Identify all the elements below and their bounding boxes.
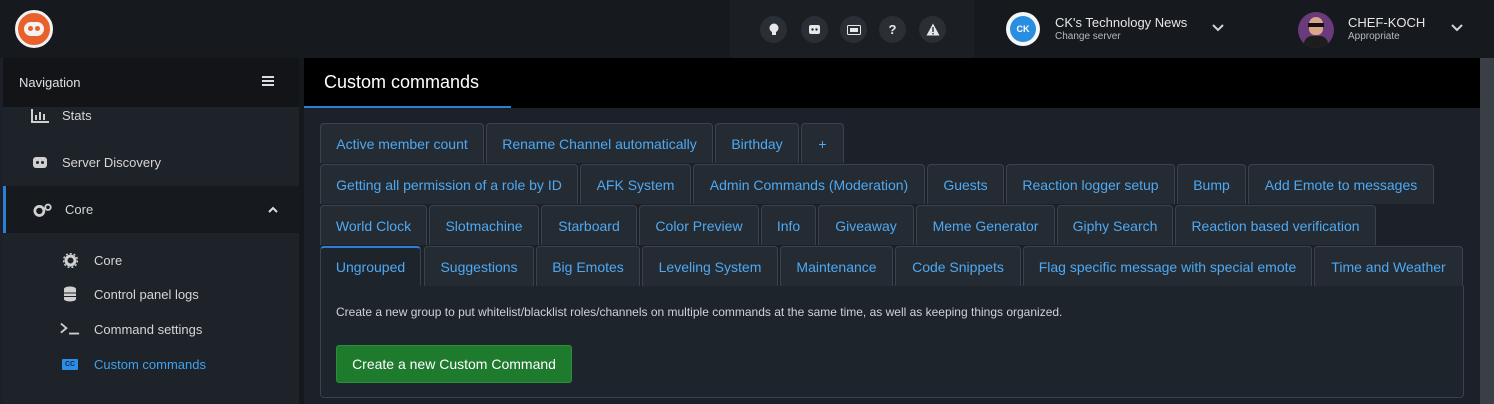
tab-suggestions[interactable]: Suggestions — [424, 246, 534, 286]
tab-time-and-weather[interactable]: Time and Weather — [1314, 246, 1463, 286]
server-avatar: CK — [1006, 12, 1040, 46]
cc-icon: CC — [60, 358, 80, 370]
sidebar-item-label: Stats — [62, 108, 92, 123]
tab-panel: Create a new group to put whitelist/blac… — [320, 286, 1464, 398]
user-role: Appropriate — [1348, 31, 1400, 42]
tab-info[interactable]: Info — [761, 205, 816, 245]
sidebar-subitem-label: Control panel logs — [94, 286, 199, 302]
tab-giphy-search[interactable]: Giphy Search — [1057, 205, 1173, 245]
tab-world-clock[interactable]: World Clock — [320, 205, 427, 245]
sidebar: Navigation Stats Server Discovery Core C… — [3, 58, 299, 404]
bar-chart-icon — [30, 108, 50, 123]
tab-color-preview[interactable]: Color Preview — [639, 205, 759, 245]
quick-actions-bar: ? — [730, 0, 974, 58]
user-name: CHEF-KOCH — [1348, 15, 1426, 30]
sidebar-item-label: Core — [65, 202, 94, 217]
sidebar-subitem-label: Core — [94, 252, 123, 268]
discord-icon — [30, 156, 50, 170]
page-title: Custom commands — [324, 72, 480, 92]
hamburger-menu-icon[interactable] — [262, 76, 274, 86]
group-description: Create a new group to put whitelist/blac… — [336, 305, 1063, 319]
tab-starboard[interactable]: Starboard — [541, 205, 637, 245]
tab-giveaway[interactable]: Giveaway — [818, 205, 914, 245]
gears-icon — [33, 202, 53, 218]
sidebar-subitem-core[interactable]: Core — [3, 243, 299, 277]
change-server-label: Change server — [1055, 31, 1121, 42]
tab-bump[interactable]: Bump — [1177, 164, 1246, 204]
tab-reaction-logger-setup[interactable]: Reaction logger setup — [1006, 164, 1175, 204]
sidebar-subitem-command-settings[interactable]: Command settings — [3, 312, 299, 346]
warning-icon[interactable] — [919, 16, 946, 43]
tab-getting-all-permission[interactable]: Getting all permission of a role by ID — [320, 164, 578, 204]
tab-meme-generator[interactable]: Meme Generator — [916, 205, 1055, 245]
tab-afk-system[interactable]: AFK System — [580, 164, 691, 204]
database-icon — [60, 286, 80, 302]
lightbulb-icon[interactable] — [760, 16, 787, 43]
tab-active-member-count[interactable]: Active member count — [320, 123, 484, 163]
sidebar-subitem-label: Command settings — [94, 321, 203, 337]
tab-add-emote-to-messages[interactable]: Add Emote to messages — [1248, 164, 1434, 204]
chevron-down-icon[interactable] — [1212, 19, 1224, 35]
help-icon[interactable]: ? — [879, 16, 906, 43]
tab-ungrouped[interactable]: Ungrouped — [320, 246, 421, 286]
create-custom-command-button[interactable]: Create a new Custom Command — [336, 345, 572, 383]
add-group-tab[interactable]: + — [801, 123, 844, 163]
ticket-icon[interactable] — [840, 16, 867, 43]
tab-slotmachine[interactable]: Slotmachine — [429, 205, 539, 245]
gear-icon — [60, 252, 80, 268]
server-name: CK's Technology News — [1055, 15, 1188, 30]
sidebar-subitem-control-panel-logs[interactable]: Control panel logs — [3, 277, 299, 311]
app-logo[interactable] — [15, 10, 53, 48]
tab-code-snippets[interactable]: Code Snippets — [895, 246, 1021, 286]
tab-leveling-system[interactable]: Leveling System — [642, 246, 778, 286]
tab-rename-channel-automatically[interactable]: Rename Channel automatically — [486, 123, 713, 163]
page-header: Custom commands — [304, 58, 1480, 109]
sidebar-item-server-discovery[interactable]: Server Discovery — [3, 139, 299, 186]
sidebar-subitem-label: Custom commands — [94, 356, 206, 372]
chevron-up-icon[interactable] — [268, 204, 278, 216]
tab-guests[interactable]: Guests — [927, 164, 1004, 204]
sidebar-title: Navigation — [19, 75, 81, 90]
tab-reaction-based-verification[interactable]: Reaction based verification — [1175, 205, 1376, 245]
avatar[interactable] — [1298, 12, 1334, 48]
sidebar-subitem-custom-commands[interactable]: CC Custom commands — [3, 347, 299, 381]
top-bar: ? CK CK's Technology News Change server … — [0, 0, 1494, 58]
sidebar-item-core[interactable]: Core — [3, 186, 299, 233]
sidebar-item-stats[interactable]: Stats — [3, 92, 299, 139]
discord-icon[interactable] — [801, 16, 828, 43]
tab-birthday[interactable]: Birthday — [715, 123, 799, 163]
tab-maintenance[interactable]: Maintenance — [780, 246, 893, 286]
tab-flag-specific-message[interactable]: Flag specific message with special emote — [1023, 246, 1312, 286]
scrollbar[interactable] — [1480, 58, 1494, 404]
terminal-icon — [60, 322, 80, 336]
tab-admin-commands[interactable]: Admin Commands (Moderation) — [693, 164, 925, 204]
chevron-down-icon[interactable] — [1451, 19, 1463, 35]
tab-big-emotes[interactable]: Big Emotes — [536, 246, 640, 286]
sidebar-item-label: Server Discovery — [62, 155, 161, 170]
